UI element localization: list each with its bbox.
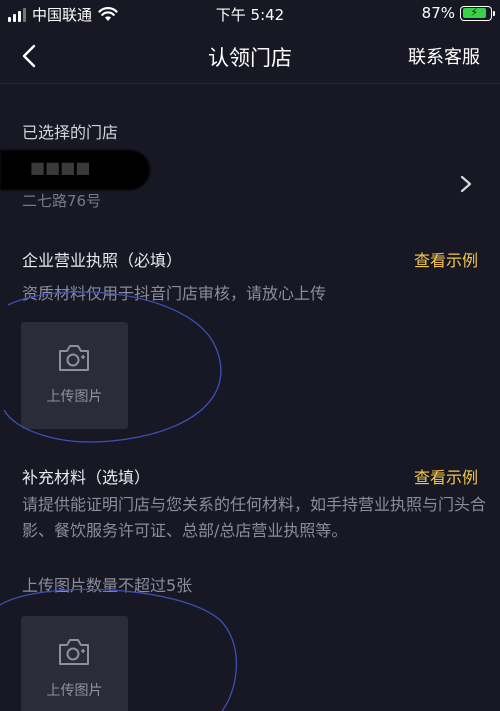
supplementary-title: 补充材料（选填） [22,468,151,487]
chevron-right-icon [460,175,472,193]
store-address: 二七路76号 [22,192,102,210]
camera-plus-icon [59,639,89,665]
supplementary-upload-button[interactable]: 上传图片 [21,616,128,711]
business-license-title: 企业营业执照（必填） [22,251,183,270]
license-upload-label: 上传图片 [46,389,103,405]
battery-icon: ⚡ [460,5,495,21]
store-name: ■■■■ [30,158,91,177]
battery-percentage: 87% [421,4,455,22]
status-right: 87% ⚡ [421,4,495,22]
license-hint: 资质材料仅用于抖音门店审核，请放心上传 [22,284,327,303]
navigation-bar: 认领门店 联系客服 [0,28,500,84]
license-upload-button[interactable]: 上传图片 [21,322,128,429]
contact-support-button[interactable]: 联系客服 [408,43,480,69]
supplementary-hint: 请提供能证明门店与您关系的任何材料，如手持营业执照与门头合影、餐饮服务许可证、总… [22,495,487,540]
supplementary-view-example-link[interactable]: 查看示例 [414,464,478,488]
status-bar: 中国联通 下午 5:42 87% ⚡ [0,0,500,28]
camera-plus-icon [59,345,89,371]
license-view-example-link[interactable]: 查看示例 [414,247,478,271]
selected-store-label: 已选择的门店 [22,123,119,142]
charging-bolt-icon: ⚡ [470,6,479,19]
supplementary-upload-label: 上传图片 [46,683,103,699]
upload-limit-note: 上传图片数量不超过5张 [22,576,193,595]
